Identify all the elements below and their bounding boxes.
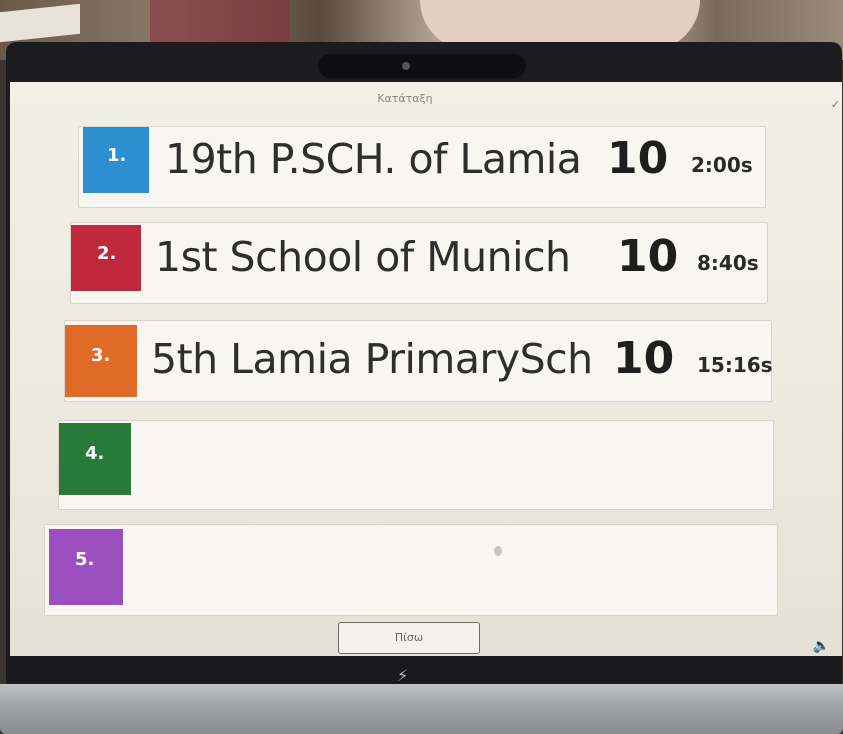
leaderboard-row-1: 1. 19th P.SCH. of Lamia 10 2:00s <box>78 126 766 208</box>
leaderboard-row-2: 2. 1st School of Munich 10 8:40s <box>70 222 768 304</box>
team-time-3: 15:16s <box>697 353 773 377</box>
team-score-2: 10 <box>617 231 679 282</box>
leaderboard-row-5: 5. <box>44 524 778 616</box>
team-time-1: 2:00s <box>691 153 753 177</box>
speaker-icon[interactable]: 🔈 <box>813 638 830 654</box>
leaderboard-row-4: 4. <box>58 420 774 510</box>
team-name-1: 19th P.SCH. of Lamia <box>165 135 582 183</box>
leaderboard-screen: Κατάταξη ✓ 1. 19th P.SCH. of Lamia 10 2:… <box>10 82 842 656</box>
team-score-1: 10 <box>607 133 669 184</box>
camera-strip <box>318 54 526 78</box>
team-name-3: 5th Lamia PrimarySch <box>151 335 593 383</box>
rank-badge-3: 3. <box>65 325 137 397</box>
rank-badge-2: 2. <box>71 225 141 291</box>
check-icon: ✓ <box>830 98 840 111</box>
flash-icon: ⚡ <box>397 666 409 685</box>
mouse-cursor <box>494 546 502 556</box>
laptop-base <box>0 684 843 734</box>
team-time-2: 8:40s <box>697 251 759 275</box>
rank-badge-4: 4. <box>59 423 131 495</box>
webcam-icon <box>402 62 410 70</box>
team-score-3: 10 <box>613 333 675 384</box>
rank-badge-5: 5. <box>49 529 123 605</box>
background-chair <box>150 0 290 44</box>
screen-title: Κατάταξη <box>377 92 433 105</box>
back-button[interactable]: Πίσω <box>338 622 480 654</box>
rank-badge-1: 1. <box>83 127 149 193</box>
leaderboard-row-3: 3. 5th Lamia PrimarySch 10 15:16s <box>64 320 773 402</box>
team-name-2: 1st School of Munich <box>155 233 571 281</box>
